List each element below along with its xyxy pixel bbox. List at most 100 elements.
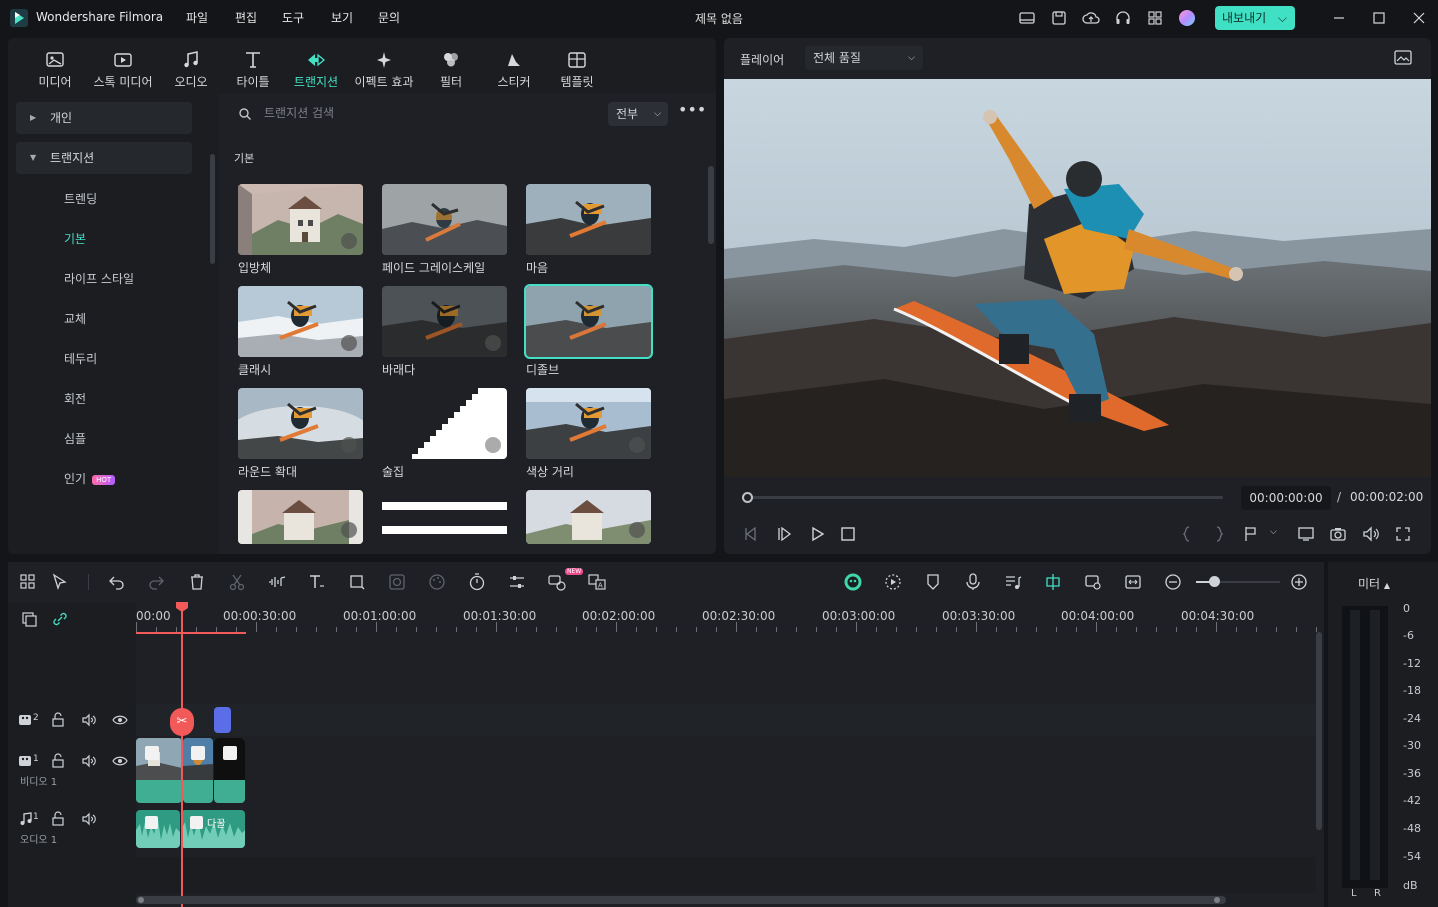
add-track-icon[interactable] bbox=[20, 610, 38, 628]
transition-thumb-round-zoom[interactable] bbox=[238, 388, 363, 459]
audio-clip[interactable] bbox=[136, 810, 180, 848]
track-row-video-2[interactable] bbox=[136, 704, 1316, 736]
apps-grid-icon[interactable] bbox=[1146, 9, 1164, 27]
menu-tools[interactable]: 도구 bbox=[282, 9, 304, 26]
close-icon[interactable] bbox=[1409, 8, 1429, 28]
volume-icon[interactable] bbox=[1361, 524, 1381, 544]
video-clip[interactable] bbox=[214, 738, 245, 803]
transition-thumb-fade[interactable] bbox=[382, 286, 507, 357]
stop-icon[interactable] bbox=[838, 524, 858, 544]
snapshot-image-icon[interactable] bbox=[1393, 49, 1413, 67]
sidebar-scrollbar[interactable] bbox=[210, 154, 215, 264]
audio-wave-icon[interactable] bbox=[267, 572, 287, 592]
sidebar-item-simple[interactable]: 심플 bbox=[64, 430, 86, 447]
layout-grid-icon[interactable] bbox=[18, 572, 38, 592]
maximize-icon[interactable] bbox=[1369, 8, 1389, 28]
filter-select[interactable]: 전부 ⌵ bbox=[608, 102, 668, 126]
video-preview[interactable] bbox=[724, 79, 1431, 477]
more-options-button[interactable]: ••• bbox=[678, 100, 706, 124]
tab-stickers[interactable]: 스티커 bbox=[490, 46, 538, 90]
eye-icon[interactable] bbox=[112, 712, 128, 728]
speaker-icon[interactable] bbox=[81, 753, 97, 769]
video-clip[interactable] bbox=[136, 738, 182, 803]
quality-select[interactable]: 전체 품질 ⌵ bbox=[805, 46, 923, 70]
transition-thumb-cube[interactable] bbox=[238, 184, 363, 255]
adjust-sliders-icon[interactable] bbox=[507, 572, 527, 592]
sidebar-item-rotate[interactable]: 회전 bbox=[64, 390, 86, 407]
playback-progress-knob[interactable] bbox=[742, 492, 753, 503]
timeline-tracks[interactable]: 00:00 00:00:30:00 00:01:00:00 00:01:30:0… bbox=[136, 602, 1324, 907]
preview-settings-icon[interactable] bbox=[1083, 572, 1103, 592]
redo-icon[interactable] bbox=[146, 572, 166, 592]
menu-file[interactable]: 파일 bbox=[186, 9, 208, 26]
meter-title[interactable]: 미터 ▲ bbox=[1358, 575, 1390, 592]
marker-icon[interactable] bbox=[1241, 524, 1261, 544]
lock-icon[interactable] bbox=[50, 811, 66, 827]
snap-magnet-icon[interactable] bbox=[1043, 572, 1063, 592]
effect-mask-icon[interactable] bbox=[387, 572, 407, 592]
tab-effects[interactable]: 이펙트 효과 bbox=[350, 46, 418, 90]
next-frame-icon[interactable] bbox=[775, 524, 795, 544]
render-preview-icon[interactable] bbox=[883, 572, 903, 592]
current-timecode[interactable]: 00:00:00:00 bbox=[1241, 486, 1331, 510]
mark-in-icon[interactable] bbox=[1177, 524, 1197, 544]
sidebar-item-basic[interactable]: 기본 bbox=[64, 230, 86, 247]
sidebar-group-personal[interactable]: ▶ 개인 bbox=[16, 102, 192, 134]
display-icon[interactable] bbox=[1296, 524, 1316, 544]
prev-frame-icon[interactable] bbox=[741, 524, 761, 544]
speed-timer-icon[interactable] bbox=[467, 572, 487, 592]
text-tool-icon[interactable] bbox=[307, 572, 327, 592]
timeline-vertical-scrollbar[interactable] bbox=[1316, 632, 1322, 830]
download-icon[interactable] bbox=[341, 335, 357, 351]
transition-thumb-heart[interactable] bbox=[526, 184, 651, 255]
camera-icon[interactable] bbox=[1328, 524, 1348, 544]
undo-icon[interactable] bbox=[107, 572, 127, 592]
timeline-horizontal-scrollbar[interactable] bbox=[136, 896, 1226, 904]
translate-icon[interactable]: A bbox=[587, 572, 607, 592]
lock-icon[interactable] bbox=[50, 753, 66, 769]
color-palette-icon[interactable] bbox=[427, 572, 447, 592]
playhead-line[interactable] bbox=[181, 602, 183, 907]
transition-thumb-row4-3[interactable] bbox=[526, 490, 651, 544]
sidebar-group-transitions[interactable]: ▼ 트랜지션 bbox=[16, 142, 192, 174]
delete-icon[interactable] bbox=[187, 572, 207, 592]
tab-audio[interactable]: 오디오 bbox=[166, 46, 216, 90]
music-list-icon[interactable] bbox=[1003, 572, 1023, 592]
download-icon[interactable] bbox=[341, 522, 357, 538]
tab-templates[interactable]: 템플릿 bbox=[554, 46, 600, 90]
select-cursor-icon[interactable] bbox=[50, 572, 70, 592]
fullscreen-icon[interactable] bbox=[1393, 524, 1413, 544]
speech-to-text-tool[interactable]: NEW bbox=[545, 568, 584, 592]
avatar-icon[interactable] bbox=[1178, 9, 1196, 27]
transition-grid-scrollbar[interactable] bbox=[708, 166, 714, 244]
playback-progress-track[interactable] bbox=[748, 496, 1223, 499]
split-scissors-icon[interactable]: ✂ bbox=[170, 708, 194, 736]
transition-thumb-color-distance[interactable] bbox=[526, 388, 651, 459]
chevron-down-icon[interactable]: ⌵ bbox=[1270, 527, 1277, 537]
ai-mascot-icon[interactable] bbox=[843, 572, 863, 592]
download-icon[interactable] bbox=[629, 437, 645, 453]
track-row-video-1[interactable] bbox=[136, 737, 1316, 805]
download-icon[interactable] bbox=[485, 437, 501, 453]
save-icon[interactable] bbox=[1050, 9, 1068, 27]
tab-titles[interactable]: 타이틀 bbox=[228, 46, 278, 90]
track-row-audio-1[interactable] bbox=[136, 806, 1316, 856]
download-icon[interactable] bbox=[341, 233, 357, 249]
tab-media[interactable]: 미디어 bbox=[30, 46, 80, 90]
speaker-icon[interactable] bbox=[81, 811, 97, 827]
tab-filters[interactable]: 필터 bbox=[428, 46, 474, 90]
tab-stock-media[interactable]: 스톡 미디어 bbox=[88, 46, 158, 90]
link-icon[interactable] bbox=[51, 610, 69, 628]
minimize-icon[interactable] bbox=[1329, 8, 1349, 28]
audio-clip[interactable]: 다꿀 bbox=[181, 810, 245, 848]
time-ruler[interactable]: 00:00 00:00:30:00 00:01:00:00 00:01:30:0… bbox=[136, 602, 1324, 634]
title-clip[interactable] bbox=[214, 707, 231, 733]
sidebar-item-popular[interactable]: 인기 HOT bbox=[64, 470, 116, 487]
transition-thumb-fade-grayscale[interactable] bbox=[382, 184, 507, 255]
zoom-out-icon[interactable] bbox=[1163, 572, 1183, 592]
scroll-handle-right[interactable] bbox=[1214, 897, 1220, 903]
layout-icon[interactable] bbox=[1018, 9, 1036, 27]
sidebar-item-replace[interactable]: 교체 bbox=[64, 310, 86, 327]
crop-icon[interactable] bbox=[347, 572, 367, 592]
export-button[interactable]: 내보내기 ⌵ bbox=[1215, 6, 1295, 30]
